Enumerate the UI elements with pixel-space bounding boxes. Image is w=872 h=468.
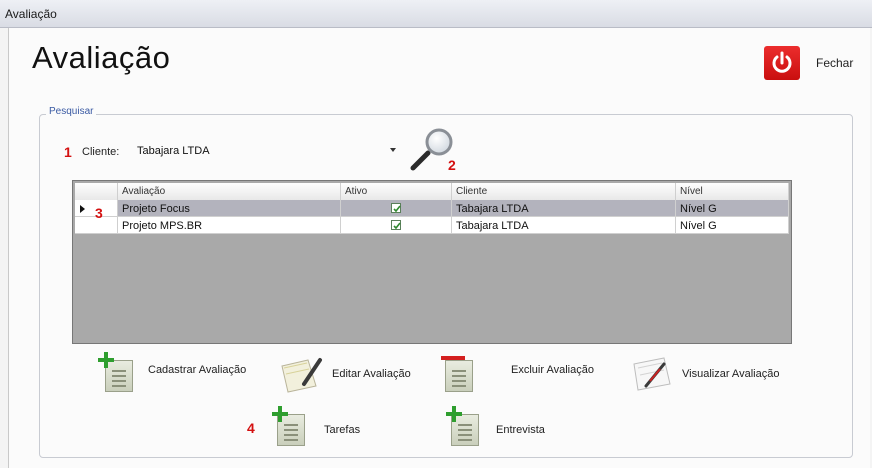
visualizar-avaliacao-button[interactable]: Visualizar Avaliação — [630, 354, 790, 394]
editar-avaliacao-button[interactable]: Editar Avaliação — [278, 354, 428, 394]
visualizar-avaliacao-label: Visualizar Avaliação — [682, 368, 780, 380]
cadastrar-avaliacao-label: Cadastrar Avaliação — [148, 364, 247, 376]
close-label[interactable]: Fechar — [816, 56, 853, 70]
excluir-avaliacao-label: Excluir Avaliação — [511, 364, 594, 376]
page-title: Avaliação — [32, 40, 171, 75]
cell-ativo[interactable] — [341, 200, 452, 217]
cell-cliente[interactable]: Tabajara LTDA — [452, 217, 676, 234]
cliente-dropdown[interactable]: Tabajara LTDA — [128, 141, 404, 161]
checkmark-icon — [393, 205, 401, 213]
window-title: Avaliação — [5, 7, 57, 21]
minus-icon — [441, 356, 465, 360]
marker-1: 1 — [64, 144, 72, 160]
table-row[interactable]: Projeto MPS.BR Tabajara LTDA Nível G — [75, 217, 789, 234]
column-header-ativo[interactable]: Ativo — [341, 183, 452, 200]
plus-icon — [98, 352, 114, 368]
cell-ativo[interactable] — [341, 217, 452, 234]
entrevista-button[interactable]: Entrevista — [444, 404, 564, 448]
cell-avaliacao[interactable]: Projeto MPS.BR — [118, 217, 341, 234]
cell-nivel[interactable]: Nível G — [676, 217, 789, 234]
excluir-avaliacao-button[interactable]: Excluir Avaliação — [441, 354, 611, 394]
evaluations-grid: Avaliação Ativo Cliente Nível Projeto Fo… — [72, 180, 792, 344]
table-row[interactable]: Projeto Focus Tabajara LTDA Nível G — [75, 200, 789, 217]
marker-4: 4 — [247, 420, 255, 436]
cadastrar-avaliacao-button[interactable]: Cadastrar Avaliação — [96, 350, 276, 394]
editar-avaliacao-label: Editar Avaliação — [332, 368, 411, 380]
tarefas-button[interactable]: Tarefas — [270, 404, 370, 448]
cliente-dropdown-value: Tabajara LTDA — [137, 145, 210, 157]
chevron-down-icon[interactable] — [390, 148, 396, 152]
plus-icon — [446, 406, 462, 422]
minus-document-icon — [445, 360, 473, 392]
ativo-checkbox[interactable] — [391, 203, 401, 213]
cell-avaliacao[interactable]: Projeto Focus — [118, 200, 341, 217]
ativo-checkbox[interactable] — [391, 220, 401, 230]
window-titlebar: Avaliação — [0, 0, 872, 28]
plus-icon — [272, 406, 288, 422]
marker-3: 3 — [95, 205, 103, 221]
tarefas-label: Tarefas — [324, 424, 361, 436]
entrevista-label: Entrevista — [496, 424, 545, 436]
cell-nivel[interactable]: Nível G — [676, 200, 789, 217]
column-header-nivel[interactable]: Nível — [676, 183, 789, 200]
close-button[interactable] — [764, 46, 800, 80]
search-group-legend: Pesquisar — [46, 106, 97, 117]
column-header-cliente[interactable]: Cliente — [452, 183, 676, 200]
document-view-icon — [633, 357, 671, 391]
checkmark-icon — [393, 222, 401, 230]
grid-header-corner — [75, 183, 118, 200]
current-row-arrow-icon — [80, 205, 85, 213]
power-icon — [772, 51, 792, 73]
cell-cliente[interactable]: Tabajara LTDA — [452, 200, 676, 217]
pen-paper-icon — [281, 358, 322, 393]
marker-2: 2 — [448, 157, 456, 173]
column-header-avaliacao[interactable]: Avaliação — [118, 183, 341, 200]
cliente-label: Cliente: — [82, 146, 120, 158]
